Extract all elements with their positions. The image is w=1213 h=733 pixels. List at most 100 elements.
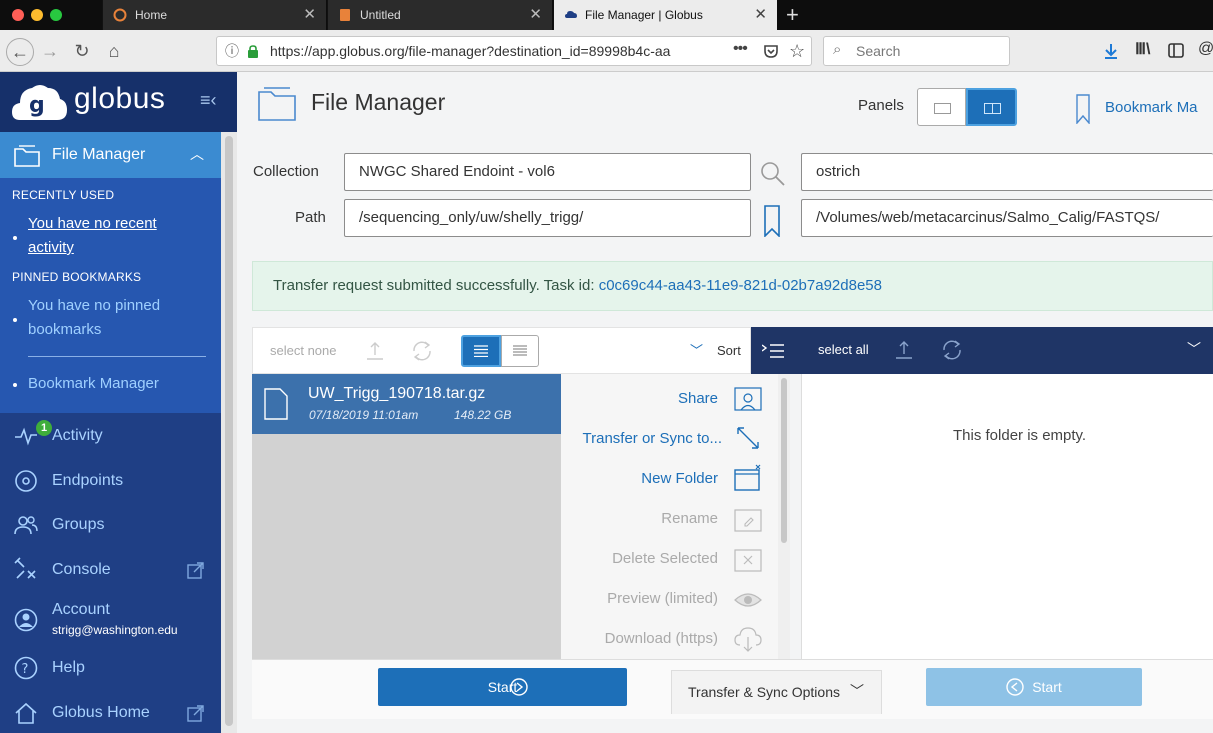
bookmark-star-icon[interactable]: ☆ [789, 37, 805, 65]
file-name: UW_Trigg_190718.tar.gz [308, 385, 486, 402]
notification-badge: 1 [36, 420, 52, 436]
menu-item-label: Download (https) [604, 630, 718, 647]
new-folder-icon [734, 464, 761, 491]
dual-panel-button[interactable] [966, 88, 1017, 126]
right-path-input[interactable]: /Volumes/web/metacarcinus/Salmo_Calig/FA… [801, 199, 1213, 237]
refresh-icon[interactable] [411, 340, 433, 362]
sidebar-toggle-icon[interactable] [1168, 43, 1184, 58]
new-tab-icon[interactable]: + [786, 2, 799, 28]
help-icon: ? [14, 656, 38, 680]
path-input[interactable]: /sequencing_only/uw/shelly_trigg/ [344, 199, 751, 237]
info-icon[interactable]: ⓘ [225, 37, 239, 65]
sort-button[interactable]: Sort [717, 343, 741, 358]
bookmark-manager-link[interactable]: Bookmark Ma [1105, 99, 1198, 116]
sort-chevron-icon[interactable]: ﹀ [690, 340, 703, 359]
forward-icon[interactable]: → [36, 38, 64, 66]
empty-folder-text: This folder is empty. [953, 427, 1087, 444]
compact-view-button[interactable] [501, 335, 539, 367]
sidebar-item-label: Globus Home [52, 704, 150, 721]
panel-divider [992, 103, 993, 114]
browser-tab-home[interactable]: Home ✕ [102, 0, 326, 30]
sidebar-item-label: Account [52, 601, 110, 618]
refresh-icon[interactable] [941, 339, 963, 361]
scrollbar-thumb[interactable] [225, 136, 233, 726]
left-toolbar: select none ﹀ Sort [252, 327, 751, 374]
file-manager-submenu: RECENTLY USED You have no recent activit… [0, 178, 221, 413]
collapse-sidebar-icon[interactable]: ≡‹ [200, 90, 217, 111]
pinned-bookmarks-heading: PINNED BOOKMARKS [12, 270, 142, 284]
up-folder-icon[interactable] [365, 341, 385, 361]
task-id-link[interactable]: c0c69c44-aa43-11e9-821d-02b7a92d8e58 [599, 277, 882, 294]
page-actions-icon[interactable]: ••• [733, 35, 748, 63]
globus-logo[interactable]: g globus ≡‹ [0, 72, 237, 132]
right-toolbar: select all ﹀ [751, 327, 1213, 374]
select-none-button[interactable]: select none [270, 343, 337, 358]
close-tab-icon[interactable]: ✕ [754, 0, 767, 30]
close-tab-icon[interactable]: ✕ [529, 0, 542, 30]
reload-icon[interactable]: ↻ [68, 38, 96, 66]
url-text: https://app.globus.org/file-manager?dest… [270, 43, 671, 59]
account-icon [14, 608, 38, 632]
bookmark-icon [1076, 94, 1090, 124]
external-link-icon [187, 705, 204, 722]
search-icon[interactable] [760, 161, 786, 187]
minimize-window-button[interactable] [31, 9, 43, 21]
download-icon[interactable] [1103, 43, 1119, 60]
main-content: File Manager Panels Bookmark Ma Collecti… [237, 72, 1213, 733]
globus-cloud-icon: g [12, 85, 67, 120]
page-title: File Manager [311, 89, 446, 115]
up-folder-icon[interactable] [894, 340, 914, 360]
scrollbar-thumb[interactable] [781, 378, 787, 543]
select-all-button[interactable]: select all [818, 342, 869, 357]
endpoints-icon [15, 470, 37, 492]
library-icon[interactable]: Ⅲ\ [1135, 39, 1150, 59]
recent-empty-link[interactable]: You have no recent activity [28, 212, 198, 260]
sidebar-item-file-manager[interactable]: File Manager ︿ [0, 132, 221, 178]
sidebar-item-label: Help [52, 659, 85, 676]
extension-icon[interactable]: @ [1198, 40, 1213, 58]
single-panel-icon [934, 103, 951, 114]
browser-tab-untitled[interactable]: Untitled ✕ [327, 0, 552, 30]
home-icon [15, 702, 37, 724]
url-bar[interactable]: ⓘ https://app.globus.org/file-manager?de… [216, 36, 812, 66]
bookmark-path-icon[interactable] [764, 205, 780, 237]
chevron-down-icon: ﹀ [850, 683, 864, 699]
menu-scrollbar[interactable] [778, 374, 790, 659]
browser-nav-bar: ← → ↻ ⌂ ⓘ https://app.globus.org/file-ma… [0, 30, 1213, 72]
home-icon[interactable]: ⌂ [100, 38, 128, 66]
sidebar-scrollbar[interactable] [221, 132, 237, 733]
panels-label: Panels [858, 97, 904, 114]
collection-input[interactable]: NWGC Shared Endoint - vol6 [344, 153, 751, 191]
console-icon [14, 557, 36, 579]
path-label: Path [295, 209, 326, 226]
chevron-up-icon[interactable]: ︿ [190, 131, 204, 177]
transfer-options-label: Transfer & Sync Options [688, 684, 840, 700]
right-collection-input[interactable]: ostrich [801, 153, 1213, 191]
toggle-menu-icon[interactable] [762, 344, 784, 358]
transfer-options-button[interactable]: Transfer & Sync Options ﹀ [671, 670, 882, 714]
close-window-button[interactable] [12, 9, 24, 21]
bookmark-manager-link[interactable]: Bookmark Manager [28, 372, 198, 396]
transfer-bar: Start Transfer & Sync Options ﹀ Start [252, 659, 1213, 719]
file-row[interactable]: UW_Trigg_190718.tar.gz 07/18/2019 11:01a… [252, 374, 561, 434]
start-right-button[interactable]: Start [926, 668, 1142, 706]
globus-favicon-icon [565, 11, 577, 18]
list-view-button[interactable] [461, 335, 501, 367]
bullet-icon [13, 318, 17, 322]
pocket-icon[interactable] [763, 44, 779, 59]
document-favicon-icon [340, 9, 350, 21]
browser-tab-file-manager[interactable]: File Manager | Globus ✕ [553, 0, 777, 30]
chevron-down-icon[interactable]: ﹀ [1187, 339, 1201, 359]
maximize-window-button[interactable] [50, 9, 62, 21]
sidebar-item-label: File Manager [52, 146, 146, 163]
right-file-list[interactable]: This folder is empty. [801, 374, 1213, 659]
browser-search-input[interactable]: ⌕ Search [823, 36, 1010, 66]
pinned-empty-text: You have no pinned bookmarks [28, 297, 161, 338]
menu-item-label: New Folder [641, 470, 718, 487]
sidebar-item-label: Endpoints [52, 472, 124, 489]
file-size: 148.22 GB [454, 408, 512, 422]
close-tab-icon[interactable]: ✕ [303, 0, 316, 30]
back-icon[interactable]: ← [6, 38, 34, 66]
start-left-button[interactable]: Start [378, 668, 627, 706]
single-panel-button[interactable] [917, 88, 966, 126]
